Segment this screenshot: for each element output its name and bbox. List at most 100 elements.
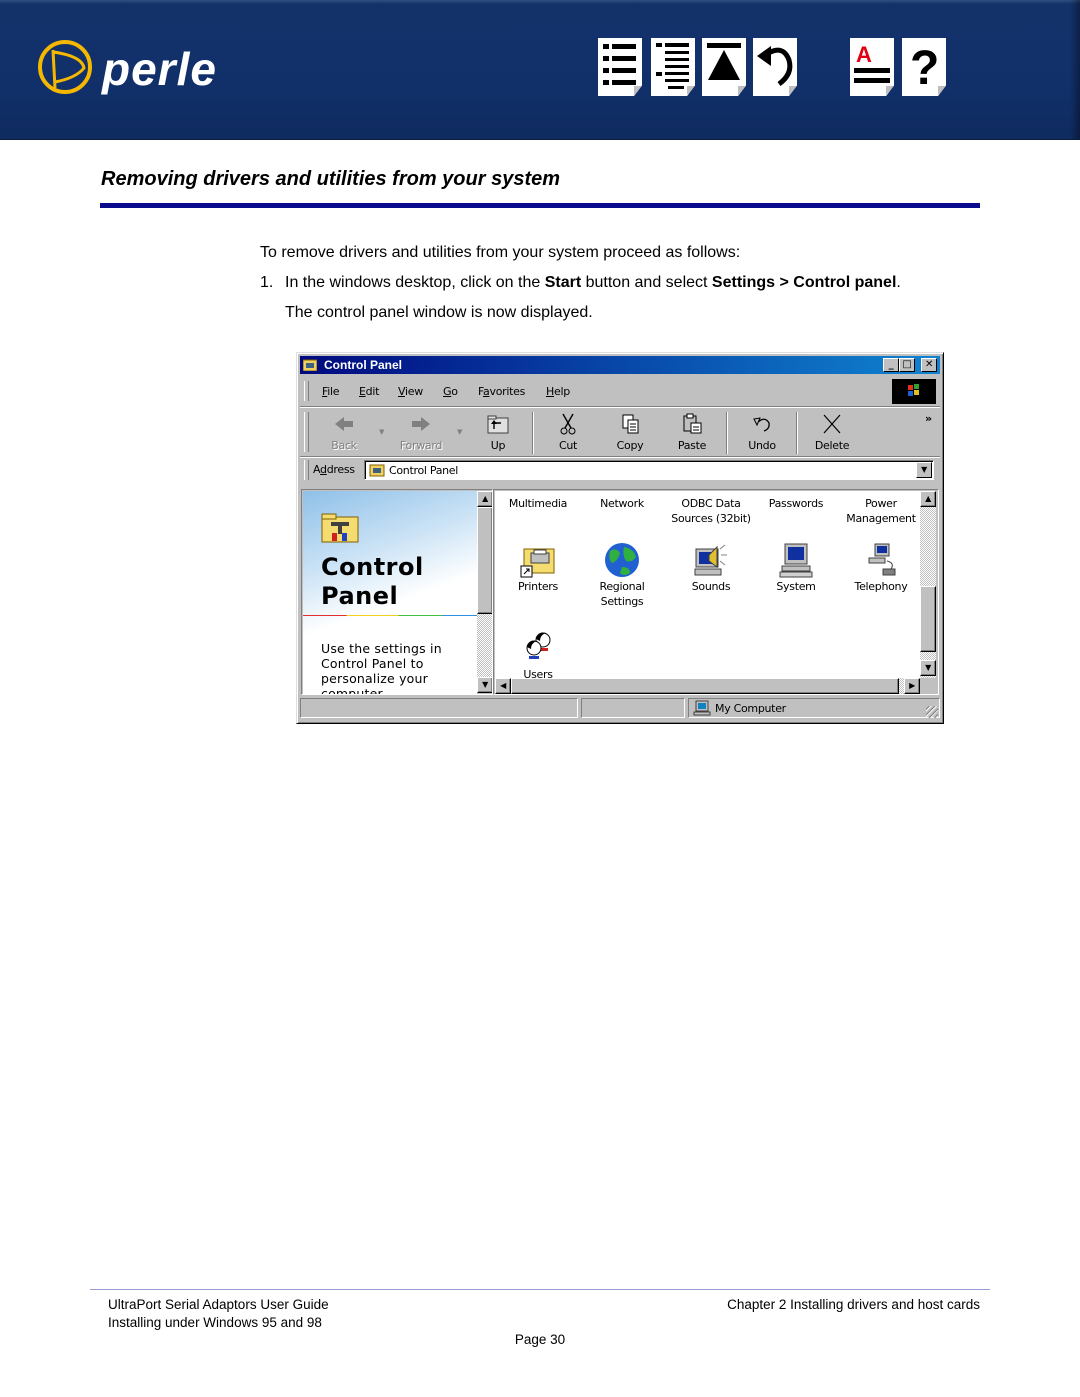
- step-1: 1. In the windows desktop, click on the S…: [260, 274, 901, 292]
- control-panel-icon: [303, 359, 317, 371]
- undo-button[interactable]: Undo: [732, 410, 792, 456]
- scroll-right-button[interactable]: ▶: [904, 678, 920, 694]
- windows-flag-icon: [908, 384, 919, 396]
- control-panel-folder-icon: [321, 513, 359, 543]
- back-button[interactable]: Back: [314, 410, 374, 456]
- menu-file[interactable]: File: [322, 385, 340, 398]
- scroll-thumb[interactable]: [511, 678, 899, 694]
- scroll-down-button[interactable]: ▼: [477, 677, 492, 693]
- footer-section: Installing under Windows 95 and 98: [108, 1315, 322, 1330]
- info-pane-description: Use the settings in Control Panel to per…: [321, 641, 442, 694]
- globe-icon: [605, 543, 639, 577]
- svg-text:?: ?: [910, 42, 939, 95]
- status-zone-text: My Computer: [715, 702, 786, 715]
- scissors-icon: [560, 413, 576, 435]
- windows-logo: [892, 379, 936, 404]
- scroll-thumb[interactable]: [920, 586, 936, 652]
- page-number: Page 30: [514, 1332, 566, 1347]
- icon-view-pane: Multimedia Network ODBC Data Sources (32…: [493, 489, 939, 695]
- start-keyword: Start: [544, 274, 582, 291]
- contents-icon[interactable]: [598, 38, 642, 96]
- address-input[interactable]: Control Panel ▼: [364, 460, 934, 480]
- minimize-button[interactable]: _: [883, 358, 899, 372]
- telephony-icon: [868, 543, 896, 576]
- info-pane-scrollbar[interactable]: ▲ ▼: [477, 491, 492, 693]
- menu-help[interactable]: Help: [546, 385, 570, 398]
- forward-dropdown-icon[interactable]: ▼: [457, 428, 462, 436]
- cut-button[interactable]: Cut: [538, 410, 598, 456]
- my-computer-icon: [693, 700, 711, 716]
- copy-icon: [622, 414, 639, 434]
- resize-grip[interactable]: [926, 706, 938, 718]
- menu-favorites[interactable]: Favorites: [478, 385, 525, 398]
- menu-go[interactable]: Go: [443, 385, 458, 398]
- toolbar-overflow-chevron[interactable]: »: [925, 412, 932, 425]
- up-button[interactable]: Up: [468, 410, 528, 456]
- item-power-management[interactable]: Power Management: [838, 496, 920, 526]
- maximize-button[interactable]: □: [899, 358, 915, 372]
- item-printers[interactable]: Printers: [495, 541, 581, 594]
- item-passwords[interactable]: Passwords: [753, 496, 839, 511]
- section-title: Removing drivers and utilities from your…: [101, 168, 561, 190]
- top-of-section-icon[interactable]: [702, 38, 746, 96]
- standard-toolbar: Back ▼ Forward ▼ Up Cut Copy Paste Undo: [300, 407, 940, 458]
- items-vertical-scrollbar[interactable]: ▲ ▼: [920, 491, 936, 678]
- scroll-down-button[interactable]: ▼: [920, 660, 936, 676]
- computer-icon: [779, 543, 813, 578]
- control-panel-window: Control Panel _ □ ✕ File Edit View Go Fa…: [296, 352, 944, 724]
- item-multimedia[interactable]: Multimedia: [495, 496, 581, 511]
- step-1-continuation: The control panel window is now displaye…: [285, 304, 593, 321]
- address-value: Control Panel: [389, 464, 459, 477]
- item-system[interactable]: System: [753, 541, 839, 594]
- copy-button[interactable]: Copy: [600, 410, 660, 456]
- glossary-icon[interactable]: A: [850, 38, 894, 96]
- item-network[interactable]: Network: [579, 496, 665, 511]
- menu-edit[interactable]: Edit: [359, 385, 379, 398]
- footer-guide-title: UltraPort Serial Adaptors User Guide: [108, 1297, 329, 1312]
- delete-button[interactable]: Delete: [802, 410, 862, 456]
- item-sounds[interactable]: Sounds: [665, 541, 757, 594]
- toolbar-separator: [796, 412, 798, 454]
- perle-logo[interactable]: perle: [36, 38, 256, 100]
- help-icon[interactable]: ?: [902, 38, 946, 96]
- index-icon[interactable]: [651, 38, 695, 96]
- settings-path: Settings > Control panel: [711, 274, 897, 291]
- info-pane-title: Control Panel: [321, 553, 424, 610]
- item-regional-settings[interactable]: Regional Settings: [579, 541, 665, 609]
- up-folder-icon: [487, 415, 509, 434]
- forward-button[interactable]: Forward: [391, 410, 451, 456]
- scroll-left-button[interactable]: ◀: [495, 678, 511, 694]
- item-odbc-data-sources[interactable]: ODBC Data Sources (32bit): [665, 496, 757, 526]
- web-view-info-pane: Control Panel Use the settings in Control…: [301, 489, 493, 695]
- users-icon: [526, 632, 551, 659]
- delete-icon: [823, 414, 841, 434]
- item-telephony[interactable]: Telephony: [838, 541, 920, 594]
- address-dropdown-button[interactable]: ▼: [916, 462, 932, 478]
- back-dropdown-icon[interactable]: ▼: [379, 428, 384, 436]
- window-titlebar[interactable]: Control Panel _ □ ✕: [300, 356, 940, 374]
- menu-view[interactable]: View: [398, 385, 423, 398]
- status-panel-2: [581, 698, 685, 718]
- step-number: 1.: [260, 274, 274, 291]
- paste-icon: [683, 413, 702, 434]
- control-panel-folder-icon: [369, 464, 385, 477]
- forward-arrow-icon: [412, 417, 430, 431]
- item-users[interactable]: Users: [495, 629, 581, 678]
- menubar-grip[interactable]: [304, 381, 309, 401]
- perle-logo-mark-icon: [38, 40, 92, 94]
- paste-button[interactable]: Paste: [662, 410, 722, 456]
- scroll-up-button[interactable]: ▲: [477, 491, 492, 507]
- address-label: Address: [313, 463, 355, 476]
- footer-rule: [90, 1289, 990, 1290]
- window-title: Control Panel: [324, 358, 403, 372]
- items-horizontal-scrollbar[interactable]: ◀ ▶: [495, 678, 920, 694]
- back-icon[interactable]: [753, 38, 797, 96]
- menu-bar: File Edit View Go Favorites Help: [300, 377, 940, 405]
- addressbar-grip[interactable]: [304, 460, 309, 480]
- footer-chapter: Chapter 2 Installing drivers and host ca…: [727, 1297, 980, 1312]
- toolbar-grip[interactable]: [304, 412, 309, 452]
- scroll-up-button[interactable]: ▲: [920, 491, 936, 507]
- close-button[interactable]: ✕: [921, 358, 937, 372]
- status-bar: My Computer: [300, 698, 940, 720]
- scroll-thumb[interactable]: [477, 507, 492, 614]
